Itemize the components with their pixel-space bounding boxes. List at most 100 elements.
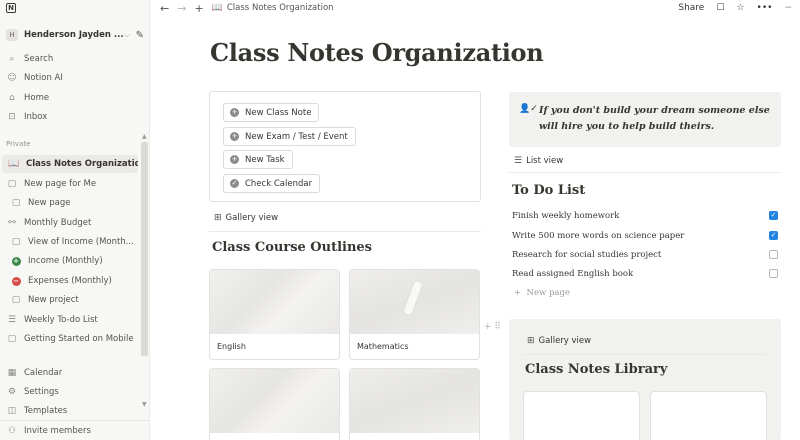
sidebar-item-label: Search [24, 54, 54, 64]
forward-arrow-icon[interactable]: → [177, 2, 186, 15]
new-page-edit-icon[interactable]: ✎ [136, 30, 144, 41]
todo-item[interactable]: Research for social studies project [512, 245, 778, 264]
course-card-mathematics[interactable]: Mathematics [349, 269, 480, 360]
workspace-avatar: H [6, 29, 18, 41]
workspace-switcher[interactable]: H Henderson Jayden ... ⌵ ✎ [6, 26, 144, 44]
sidebar-item-new-page[interactable]: ▢ New page [0, 194, 138, 212]
invite-members-button[interactable]: ⚇ Invite members [0, 420, 149, 440]
coins-icon: ⚯ [8, 218, 16, 228]
button-label: Check Calendar [245, 178, 313, 189]
new-page-button[interactable]: + New page [514, 288, 570, 298]
course-card[interactable] [209, 368, 340, 440]
sidebar-item-weekly-todo-list[interactable]: ☰ Weekly To-do List [0, 311, 138, 329]
scroll-down-icon[interactable]: ▼ [142, 401, 147, 408]
sidebar-item-home[interactable]: ⌂ Home [0, 89, 138, 107]
page-icon: ▢ [11, 295, 21, 305]
sidebar-item-income-monthly[interactable]: + Income (Monthly) [0, 252, 138, 270]
comment-icon[interactable]: ☐ [716, 3, 724, 13]
todo-label: Write 500 more words on science paper [512, 230, 685, 241]
plus-circle-icon: + [11, 257, 21, 266]
library-card[interactable] [650, 391, 767, 440]
sidebar-item-label: Templates [24, 406, 68, 416]
todo-checkbox[interactable] [769, 269, 778, 278]
minimize-button[interactable]: − [784, 3, 792, 13]
view-tab-label: Gallery view [225, 213, 279, 223]
sidebar-item-expenses-monthly[interactable]: − Expenses (Monthly) [0, 272, 138, 290]
quote-callout[interactable]: 👤✓ If you don't build your dream someone… [509, 92, 781, 147]
sidebar-item-templates[interactable]: ◫ Templates [0, 402, 138, 420]
todo-item[interactable]: Write 500 more words on science paper ✓ [512, 226, 778, 245]
todo-checkbox[interactable] [769, 250, 778, 259]
tab-gallery-view[interactable]: ⊞ Gallery view [214, 213, 278, 223]
more-options-button[interactable]: ••• [757, 3, 773, 13]
course-card-english[interactable]: English [209, 269, 340, 360]
new-page-label: New page [526, 288, 570, 298]
plus-icon[interactable]: + [194, 2, 203, 15]
todo-checkbox[interactable]: ✓ [769, 211, 778, 220]
card-title: Mathematics [357, 342, 409, 351]
sidebar-item-settings[interactable]: ⚙ Settings [0, 383, 138, 401]
quick-actions-panel: + New Class Note + New Exam / Test / Eve… [209, 91, 481, 202]
view-tab-label: List view [526, 156, 564, 166]
sidebar-item-label: Home [24, 93, 50, 103]
share-button[interactable]: Share [678, 3, 704, 13]
sidebar-item-view-of-income[interactable]: ▢ View of Income (Month... [0, 233, 138, 251]
tab-gallery-view[interactable]: ⊞ Gallery view [527, 336, 591, 346]
divider [209, 231, 481, 232]
sidebar-item-label: Class Notes Organization [26, 159, 138, 169]
page-title[interactable]: Class Notes Organization [210, 38, 544, 67]
gallery-icon: ⊞ [527, 336, 535, 346]
sidebar-section-private: Private [6, 140, 31, 148]
card-cover-image [210, 369, 339, 433]
scroll-up-icon[interactable]: ▲ [142, 133, 147, 140]
sidebar-item-monthly-budget[interactable]: ⚯ Monthly Budget [0, 214, 138, 232]
minus-circle-icon: − [11, 277, 21, 286]
card-cover-image [350, 270, 479, 334]
sidebar-item-new-project[interactable]: ▢ New project [0, 291, 138, 309]
todo-item[interactable]: Read assigned English book [512, 264, 778, 283]
new-task-button[interactable]: + New Task [223, 150, 293, 169]
list-icon: ☰ [514, 156, 523, 166]
top-bar-actions: Share ☐ ☆ ••• − [666, 0, 792, 16]
button-label: New Task [245, 154, 285, 165]
sidebar-item-calendar[interactable]: ▦ Calendar [0, 364, 138, 382]
top-bar: ← → + 📖 Class Notes Organization Share ☐… [150, 0, 800, 16]
plus-circle-icon: + [230, 108, 239, 117]
drag-handle-icon[interactable]: + ⠿ [484, 322, 501, 332]
todo-checkbox[interactable]: ✓ [769, 231, 778, 240]
library-heading[interactable]: Class Notes Library [525, 362, 667, 377]
sidebar-item-label: Getting Started on Mobile [24, 334, 134, 344]
new-exam-test-event-button[interactable]: + New Exam / Test / Event [223, 127, 356, 146]
sidebar-scrollbar[interactable] [141, 142, 148, 356]
todo-item[interactable]: Finish weekly homework ✓ [512, 206, 778, 225]
check-circle-icon: ✓ [230, 179, 239, 188]
todo-label: Read assigned English book [512, 268, 634, 279]
breadcrumb[interactable]: Class Notes Organization [227, 3, 334, 13]
back-arrow-icon[interactable]: ← [160, 2, 169, 15]
plus-icon: + [514, 288, 522, 298]
tab-list-view[interactable]: ☰ List view [514, 156, 563, 166]
sidebar-item-class-notes-organization[interactable]: 📖 Class Notes Organization [2, 155, 138, 173]
sidebar-item-label: Inbox [24, 112, 48, 122]
course-card[interactable] [349, 368, 480, 440]
todo-heading[interactable]: To Do List [512, 183, 585, 198]
workspace-name: Henderson Jayden ... [24, 30, 124, 40]
sidebar-item-label: Calendar [24, 368, 63, 378]
sidebar-item-new-page-for-me[interactable]: ▢ New page for Me [0, 175, 138, 193]
notion-logo-icon[interactable]: N [6, 3, 16, 13]
page-icon: ▢ [7, 179, 17, 189]
divider [523, 354, 767, 355]
check-calendar-button[interactable]: ✓ Check Calendar [223, 174, 321, 193]
sidebar-item-getting-started-on-mobile[interactable]: ▢ Getting Started on Mobile [0, 330, 138, 348]
sidebar-item-inbox[interactable]: ⊡ Inbox [0, 108, 138, 126]
invite-members-label: Invite members [24, 425, 91, 436]
star-icon[interactable]: ☆ [736, 3, 744, 13]
button-label: New Class Note [245, 107, 312, 118]
courses-heading[interactable]: Class Course Outlines [212, 240, 372, 255]
library-card[interactable] [523, 391, 640, 440]
new-class-note-button[interactable]: + New Class Note [223, 103, 320, 122]
page-icon: ▢ [11, 237, 21, 247]
sidebar-item-search[interactable]: ⌕ Search [0, 50, 138, 68]
chevron-down-icon[interactable]: ⌵ [124, 31, 129, 40]
sidebar-item-notion-ai[interactable]: ☺ Notion AI [0, 69, 138, 87]
